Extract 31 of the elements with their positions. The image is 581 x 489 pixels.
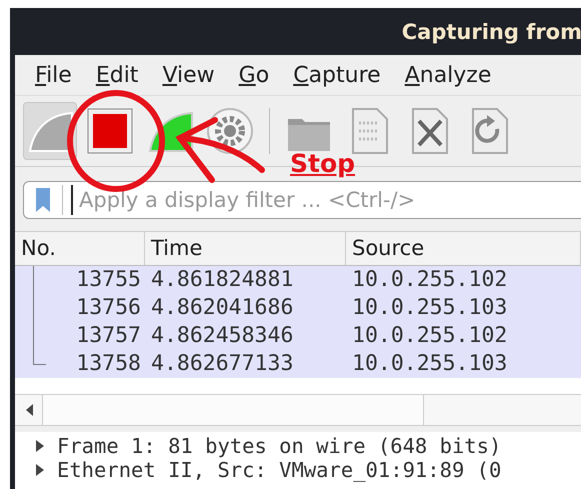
table-cell: 4.862677133 (151, 351, 294, 376)
table-cell: 13757 (76, 323, 141, 348)
table-cell: 10.0.255.102 (352, 323, 508, 348)
table-cell: 13758 (76, 351, 141, 376)
window-title: Capturing from (402, 20, 581, 44)
menu-item[interactable]: Analyze (392, 62, 504, 88)
display-filter-field[interactable]: Apply a display filter ... <Ctrl-/> (23, 181, 581, 219)
column-header[interactable]: No. (15, 232, 145, 265)
stop-icon (86, 107, 134, 155)
left-arrow-icon (24, 403, 34, 417)
detail-line: Frame 1: 81 bytes on wire (648 bits) (57, 434, 502, 458)
column-header[interactable]: Time (145, 232, 346, 265)
table-cell: 10.0.255.102 (352, 267, 508, 292)
table-cell: 4.861824881 (151, 267, 294, 292)
column-header[interactable]: Source (346, 232, 581, 265)
menu-item[interactable]: Go (226, 62, 282, 88)
table-cell: 4.862458346 (151, 323, 294, 348)
menu-item[interactable]: Capture (281, 62, 393, 88)
table-cell: 13755 (76, 267, 141, 292)
menu-item[interactable]: Edit (84, 62, 150, 88)
table-cell: 4.862041686 (151, 295, 294, 320)
table-cell: 10.0.255.103 (352, 295, 508, 320)
detail-line: Ethernet II, Src: VMware_01:91:89 (0 (57, 458, 502, 482)
toolbar-button[interactable] (23, 102, 77, 160)
menu-item[interactable]: File (23, 62, 84, 88)
table-cell: 13756 (76, 295, 141, 320)
annotation-label: Stop (290, 149, 356, 178)
table-cell: 10.0.255.103 (352, 351, 508, 376)
menu-item[interactable]: View (150, 62, 227, 88)
scrollbar-thumb[interactable] (43, 395, 424, 425)
settings-icon (206, 107, 254, 155)
